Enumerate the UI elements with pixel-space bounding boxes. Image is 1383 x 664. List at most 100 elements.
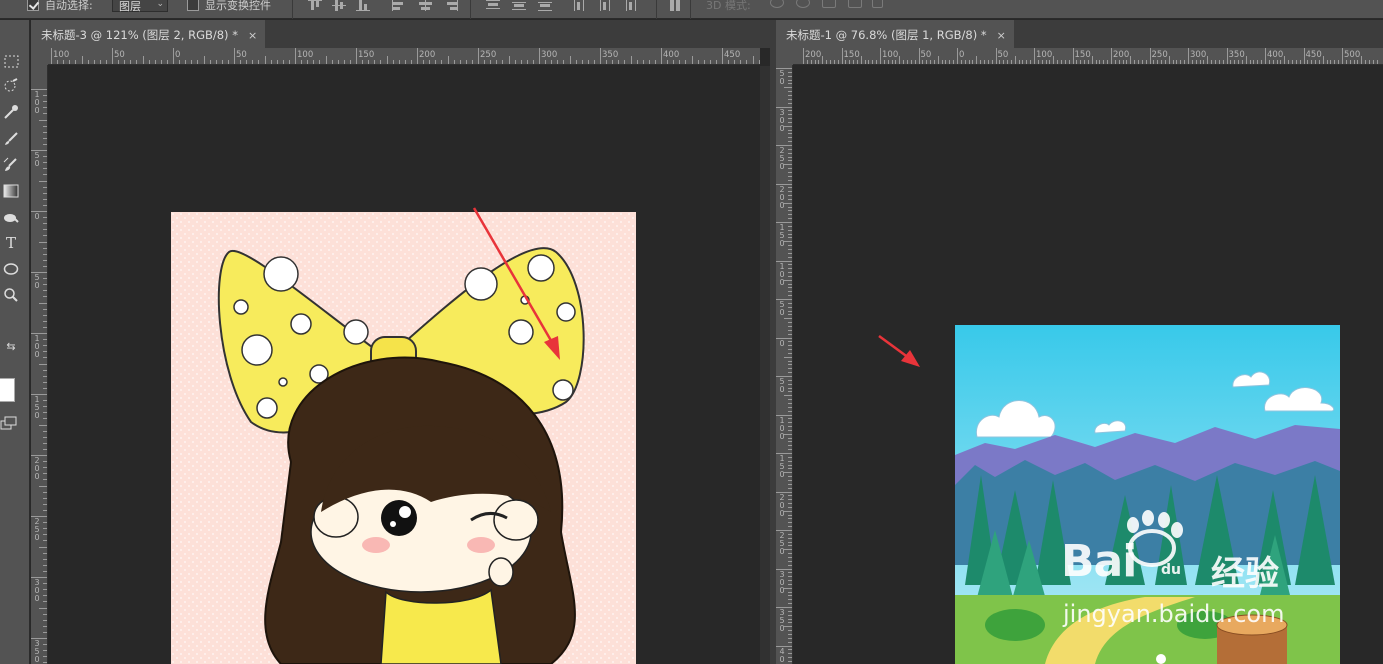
ruler-minor-tick	[43, 595, 47, 597]
clone-stamp-icon[interactable]	[2, 156, 20, 174]
smudge-icon[interactable]	[2, 208, 20, 226]
ruler-minor-tick	[569, 56, 571, 64]
ruler-minor-tick	[43, 662, 47, 664]
auto-select-option[interactable]: 自动选择:	[27, 0, 93, 13]
distribute-bottom-icon[interactable]	[538, 0, 552, 11]
ruler-minor-tick	[1218, 60, 1220, 64]
ruler-minor-tick	[814, 60, 816, 64]
ruler-label: 50	[920, 50, 932, 60]
ruler-minor-tick	[1199, 60, 1201, 64]
type-icon[interactable]: T	[2, 234, 20, 252]
ruler-major-tick	[1303, 48, 1305, 64]
ruler-minor-tick	[1214, 60, 1216, 64]
distribute-right-icon[interactable]	[622, 0, 636, 11]
ruler-minor-tick	[1026, 60, 1028, 64]
ruler-minor-tick	[1037, 60, 1039, 64]
ruler-major-tick	[803, 48, 804, 64]
right-canvas-area[interactable]: Bai du 经验 jingyan.baidu.com	[793, 66, 1383, 664]
ruler-label: 50	[236, 50, 247, 60]
ruler-minor-tick	[43, 461, 47, 463]
ruler-minor-tick	[788, 564, 792, 566]
align-left-icon[interactable]	[392, 0, 406, 11]
ruler-minor-tick	[788, 464, 792, 466]
eyedropper-icon[interactable]	[2, 103, 20, 121]
quick-select-icon[interactable]	[2, 77, 20, 95]
ruler-minor-tick	[784, 395, 792, 397]
ruler-minor-tick	[788, 121, 792, 123]
ruler-minor-tick	[788, 341, 792, 343]
distribute-vcenter-icon[interactable]	[512, 0, 526, 11]
close-icon[interactable]: ×	[248, 29, 257, 42]
right-document-tab[interactable]: 未标题-1 @ 76.8% (图层 1, RGB/8) * ×	[776, 20, 1014, 48]
brush-icon[interactable]	[2, 130, 20, 148]
slide-3d-icon[interactable]	[848, 0, 862, 8]
ruler-minor-tick	[991, 60, 993, 64]
scale-3d-icon[interactable]	[872, 0, 883, 8]
close-icon[interactable]: ×	[997, 29, 1006, 42]
ruler-minor-tick	[788, 460, 792, 462]
rect-marquee-icon[interactable]	[2, 52, 20, 70]
ruler-minor-tick	[313, 60, 315, 64]
ruler-minor-tick	[43, 284, 47, 286]
zoom-icon[interactable]	[2, 286, 20, 304]
swap-colors-icon[interactable]: ⇆	[2, 337, 20, 355]
ruler-minor-tick	[453, 60, 455, 64]
ruler-minor-tick	[1311, 60, 1313, 64]
ruler-minor-tick	[124, 60, 126, 64]
distribute-top-icon[interactable]	[486, 0, 500, 11]
ruler-minor-tick	[788, 302, 792, 304]
show-transform-checkbox[interactable]	[187, 0, 199, 11]
auto-select-checkbox[interactable]	[27, 0, 39, 11]
screen-mode-icon[interactable]	[0, 414, 18, 432]
drag-3d-icon[interactable]	[822, 0, 836, 8]
ruler-minor-tick	[43, 168, 47, 170]
ruler-minor-tick	[788, 94, 792, 96]
align-vcenter-icon[interactable]	[332, 0, 346, 11]
ruler-major-tick	[880, 48, 881, 64]
ruler-label: 300	[779, 107, 785, 133]
align-bottom-icon[interactable]	[356, 0, 370, 11]
ruler-minor-tick	[960, 60, 962, 64]
ruler-minor-tick	[788, 114, 792, 116]
distribute-left-icon[interactable]	[574, 0, 588, 11]
left-vertical-ruler: 100 50 0 50 100 150 200 250 300 350	[31, 65, 48, 664]
ruler-minor-tick	[43, 125, 47, 127]
ruler-label: 50	[779, 69, 785, 86]
left-document-tab[interactable]: 未标题-3 @ 121% (图层 2, RGB/8) * ×	[31, 20, 266, 48]
gradient-icon[interactable]	[2, 182, 20, 200]
ruler-minor-tick	[788, 325, 792, 327]
ruler-minor-tick	[520, 60, 522, 64]
align-right-icon[interactable]	[444, 0, 458, 11]
ruler-minor-tick	[1126, 60, 1128, 64]
show-transform-option[interactable]: 显示变换控件	[187, 0, 271, 13]
ruler-minor-tick	[922, 60, 924, 64]
ruler-minor-tick	[788, 252, 792, 254]
left-vertical-scrollbar[interactable]	[760, 66, 770, 664]
ruler-minor-tick	[788, 210, 792, 212]
ruler-label: 150	[1074, 50, 1091, 60]
ruler-minor-tick	[288, 60, 290, 64]
rotate-3d-icon[interactable]	[770, 0, 784, 8]
ruler-minor-tick	[630, 56, 632, 64]
ruler-minor-tick	[1022, 60, 1024, 64]
auto-select-target-dropdown[interactable]: 图层 ⌄	[112, 0, 168, 13]
ruler-minor-tick	[179, 60, 181, 64]
distribute-hcenter-icon[interactable]	[598, 0, 612, 11]
ruler-minor-tick	[788, 79, 792, 81]
ruler-minor-tick	[697, 60, 699, 64]
ruler-minor-tick	[1353, 60, 1355, 64]
ruler-major-tick	[600, 48, 601, 64]
roll-3d-icon[interactable]	[796, 0, 810, 8]
ellipse-icon[interactable]	[2, 260, 20, 278]
left-canvas-area[interactable]	[48, 66, 760, 664]
ruler-minor-tick	[43, 430, 47, 432]
foreground-color-swatch[interactable]	[0, 378, 15, 402]
ruler-minor-tick	[788, 418, 792, 420]
ruler-minor-tick	[203, 56, 205, 64]
ruler-minor-tick	[1010, 60, 1012, 64]
auto-align-icon[interactable]	[668, 0, 682, 11]
ruler-major-tick	[417, 48, 418, 64]
align-hcenter-icon[interactable]	[418, 0, 432, 11]
ruler-minor-tick	[987, 60, 989, 64]
align-top-icon[interactable]	[308, 0, 322, 11]
